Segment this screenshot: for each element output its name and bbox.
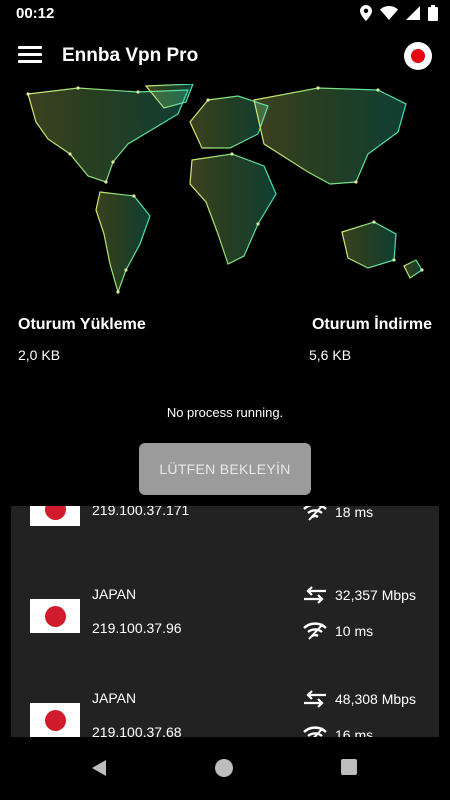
app-bar: Ennba Vpn Pro bbox=[0, 28, 450, 86]
arrows-exchange-icon bbox=[304, 586, 326, 604]
server-list[interactable]: 219.100.37.171 18 ms JAPAN 219.100.37.96… bbox=[11, 506, 439, 737]
south-america-shape bbox=[95, 191, 151, 294]
server-ping: 16 ms bbox=[303, 726, 373, 737]
upload-value: 2,0 KB bbox=[18, 347, 61, 363]
server-country: JAPAN bbox=[92, 586, 137, 602]
asia-shape bbox=[253, 87, 407, 185]
japan-flag-icon bbox=[30, 599, 80, 633]
server-ping: 18 ms bbox=[303, 506, 373, 521]
africa-shape bbox=[189, 153, 277, 265]
upload-label: Oturum Yükleme bbox=[18, 316, 146, 333]
status-bar: 00:12 bbox=[0, 0, 450, 28]
wifi-signal-icon bbox=[303, 622, 327, 640]
location-icon bbox=[360, 5, 372, 21]
server-item[interactable]: JAPAN 219.100.37.68 48,308 Mbps 16 ms bbox=[11, 686, 439, 737]
cell-signal-icon bbox=[406, 6, 420, 20]
download-value: 5,6 KB bbox=[309, 347, 352, 363]
app-title: Ennba Vpn Pro bbox=[62, 45, 199, 66]
server-country: JAPAN bbox=[92, 690, 137, 706]
status-icons bbox=[360, 5, 438, 21]
japan-flag-icon bbox=[411, 49, 425, 63]
wifi-signal-icon bbox=[303, 726, 327, 737]
recents-icon[interactable] bbox=[341, 759, 357, 775]
download-label: Oturum İndirme bbox=[311, 316, 432, 333]
battery-icon bbox=[428, 5, 438, 21]
home-icon[interactable] bbox=[215, 759, 233, 777]
process-status: No process running. bbox=[166, 405, 284, 420]
country-flag-button[interactable] bbox=[404, 42, 432, 70]
wifi-status-icon bbox=[380, 6, 398, 20]
australia-shape bbox=[341, 221, 397, 269]
hamburger-icon bbox=[18, 46, 42, 49]
back-icon[interactable] bbox=[90, 759, 108, 777]
server-ping: 10 ms bbox=[303, 622, 373, 640]
arrows-exchange-icon bbox=[304, 690, 326, 708]
server-item[interactable]: JAPAN 219.100.37.96 32,357 Mbps 10 ms bbox=[11, 582, 439, 672]
server-ip: 219.100.37.68 bbox=[92, 724, 182, 737]
wifi-signal-icon bbox=[303, 506, 327, 521]
menu-button[interactable] bbox=[18, 46, 42, 68]
wait-button[interactable]: LÜTFEN BEKLEYİN bbox=[139, 443, 311, 495]
status-time: 00:12 bbox=[16, 5, 55, 22]
server-ip: 219.100.37.171 bbox=[92, 506, 190, 518]
server-speed: 48,308 Mbps bbox=[303, 690, 416, 708]
server-ip: 219.100.37.96 bbox=[92, 620, 182, 636]
world-map-graphic bbox=[26, 84, 424, 294]
server-speed: 32,357 Mbps bbox=[303, 586, 416, 604]
system-nav-bar bbox=[0, 746, 450, 800]
japan-flag-icon bbox=[30, 506, 80, 526]
japan-flag-icon bbox=[30, 703, 80, 737]
server-item[interactable]: 219.100.37.171 18 ms bbox=[11, 506, 439, 582]
